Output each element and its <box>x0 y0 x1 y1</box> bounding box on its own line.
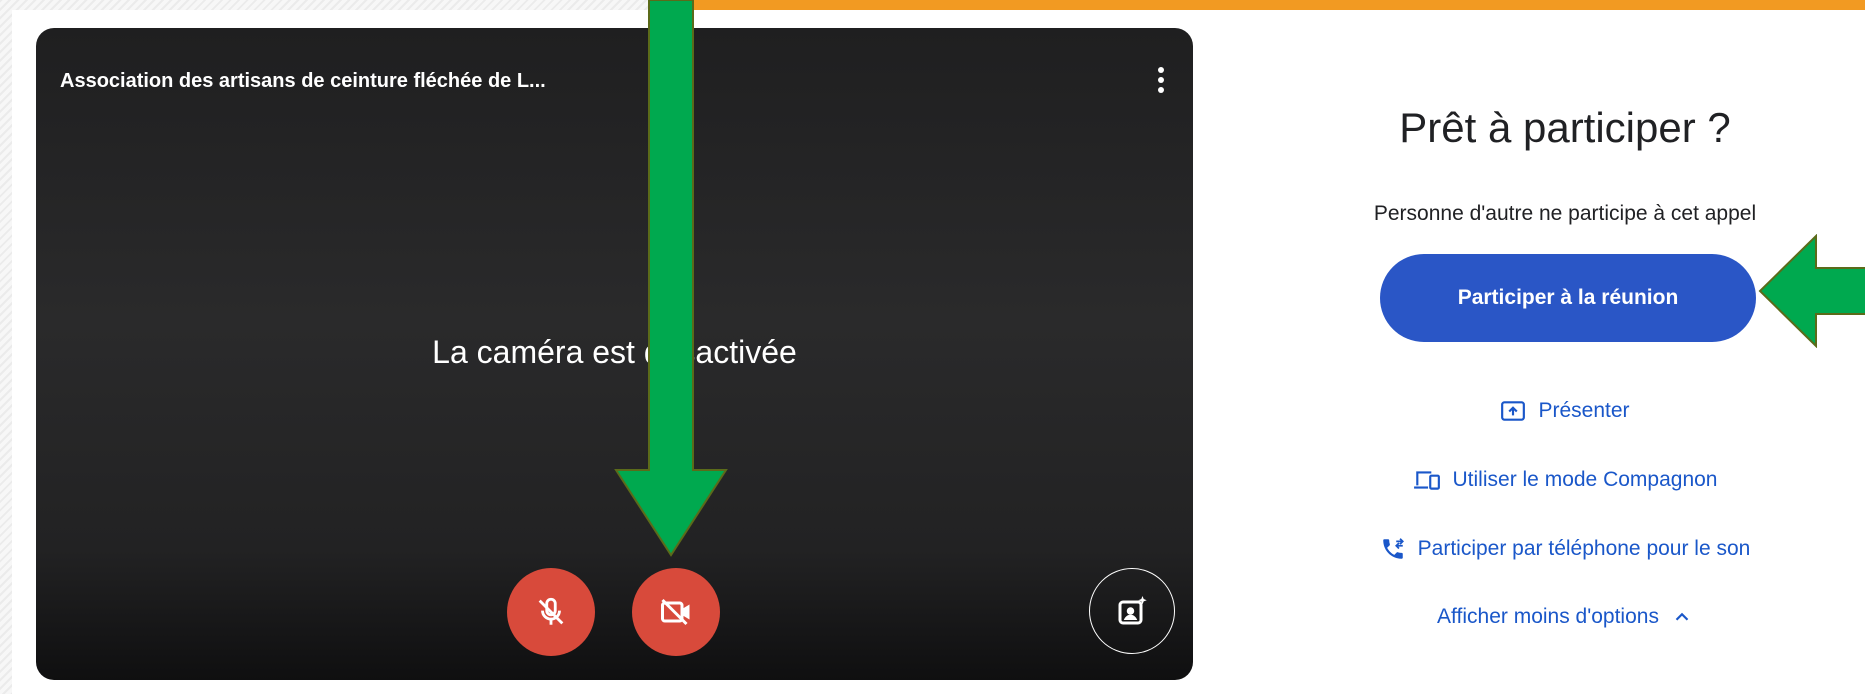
visual-effects-icon <box>1118 596 1147 625</box>
visual-effects-button[interactable] <box>1089 568 1175 654</box>
show-less-label: Afficher moins d'options <box>1437 605 1659 628</box>
phone-audio-link[interactable]: Participer par téléphone pour le son <box>1290 536 1840 562</box>
videocam-off-icon <box>661 598 690 626</box>
annotation-arrow-left <box>1758 234 1865 348</box>
present-label: Présenter <box>1538 399 1630 422</box>
show-less-options-toggle[interactable]: Afficher moins d'options <box>1290 605 1840 629</box>
microphone-toggle-button[interactable] <box>507 568 595 656</box>
join-meeting-button[interactable]: Participer à la réunion <box>1380 254 1756 342</box>
companion-mode-link[interactable]: Utiliser le mode Compagnon <box>1290 467 1840 493</box>
meeting-title: Association des artisans de ceinture flé… <box>60 70 546 92</box>
more-options-button[interactable] <box>1146 60 1176 100</box>
phone-forward-icon <box>1382 538 1404 559</box>
camera-toggle-button[interactable] <box>632 568 720 656</box>
mic-off-icon <box>538 597 564 625</box>
annotation-arrow-down <box>614 0 728 557</box>
page-title: Prêt à participer ? <box>1399 104 1731 151</box>
more-vert-icon <box>1158 67 1164 73</box>
phone-audio-label: Participer par téléphone pour le son <box>1417 537 1751 560</box>
companion-mode-label: Utiliser le mode Compagnon <box>1452 468 1718 491</box>
present-link[interactable]: Présenter <box>1290 398 1840 424</box>
companion-devices-icon <box>1413 471 1440 490</box>
present-screen-icon <box>1501 401 1526 421</box>
participants-status: Personne d'autre ne participe à cet appe… <box>1373 202 1757 225</box>
chevron-up-icon <box>1675 612 1689 621</box>
